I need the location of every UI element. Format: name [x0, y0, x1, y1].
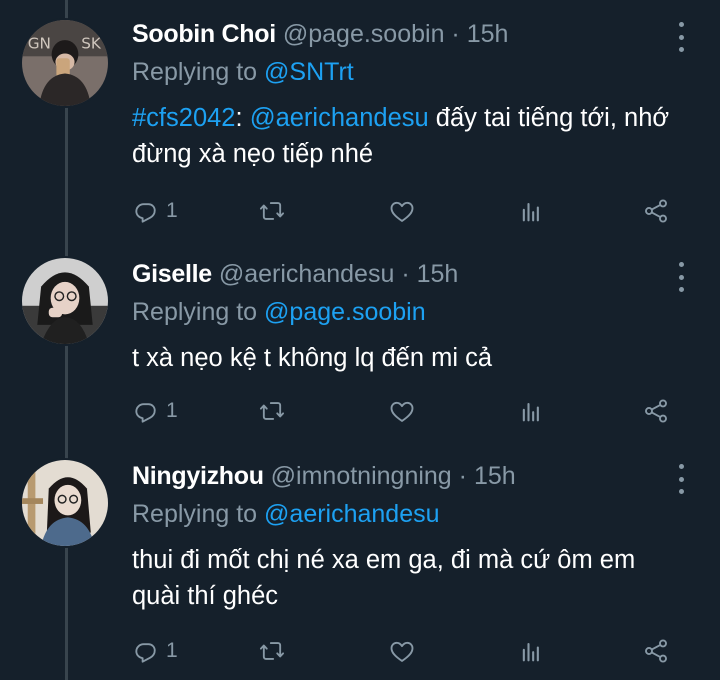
retweet-button[interactable] [258, 396, 286, 426]
user-handle[interactable]: @imnotningning [271, 462, 452, 490]
reply-button[interactable]: 1 [132, 396, 178, 426]
reply-icon [135, 203, 156, 223]
share-icon [645, 639, 667, 663]
timestamp[interactable]: 15h [474, 462, 516, 490]
heart-icon [390, 641, 414, 662]
avatar-image-giselle [22, 258, 108, 344]
svg-text:GN: GN [28, 35, 51, 53]
more-icon[interactable] [676, 262, 686, 292]
tweet-actions: 1 [132, 196, 692, 226]
replying-to: Replying to @SNTrt [132, 54, 680, 90]
retweet-icon [259, 642, 285, 660]
analytics-icon [522, 402, 539, 422]
heart-icon [390, 201, 414, 222]
like-button[interactable] [388, 636, 416, 666]
analytics-button[interactable] [518, 636, 546, 666]
replying-to: Replying to @page.soobin [132, 294, 680, 330]
analytics-button[interactable] [518, 196, 546, 226]
display-name[interactable]: Giselle [132, 260, 212, 288]
more-icon[interactable] [676, 22, 686, 52]
reply-count: 1 [166, 639, 178, 662]
tweet-header: Ningyizhou @imnotningning · 15h [132, 456, 680, 496]
reply-button[interactable]: 1 [132, 636, 178, 666]
retweet-icon [259, 402, 285, 420]
display-name[interactable]: Ningyizhou [132, 462, 264, 490]
retweet-button[interactable] [258, 196, 286, 226]
tweet-content: Soobin Choi @page.soobin · 15h Replying … [132, 14, 680, 172]
replying-to: Replying to @aerichandesu [132, 496, 680, 532]
tweet-text: #cfs2042: @aerichandesu đấy tai tiếng tớ… [132, 100, 680, 172]
reply-count: 1 [166, 199, 178, 222]
hashtag-link[interactable]: #cfs2042 [132, 104, 236, 132]
user-handle[interactable]: @page.soobin [283, 20, 445, 48]
tweet-header: Giselle @aerichandesu · 15h [132, 254, 680, 294]
replying-to-link[interactable]: @page.soobin [264, 298, 426, 326]
tweet-actions: 1 [132, 636, 692, 666]
replying-to-link[interactable]: @SNTrt [264, 58, 354, 86]
timestamp[interactable]: 15h [467, 20, 509, 48]
like-button[interactable] [388, 196, 416, 226]
analytics-icon [522, 202, 539, 222]
retweet-icon [259, 202, 285, 220]
reply-icon [135, 643, 156, 663]
retweet-button[interactable] [258, 636, 286, 666]
timestamp[interactable]: 15h [417, 260, 459, 288]
more-icon[interactable] [676, 464, 686, 494]
separator: · [401, 260, 410, 288]
share-button[interactable] [642, 196, 670, 226]
analytics-button[interactable] [518, 396, 546, 426]
reply-icon [135, 403, 156, 423]
tweet-content: Giselle @aerichandesu · 15h Replying to … [132, 254, 680, 376]
replying-prefix: Replying to [132, 298, 258, 326]
avatar-image-ningyizhou [22, 460, 108, 546]
share-icon [645, 399, 667, 423]
reply-count: 1 [166, 399, 178, 422]
separator: · [451, 20, 460, 48]
display-name[interactable]: Soobin Choi [132, 20, 276, 48]
replying-prefix: Replying to [132, 58, 258, 86]
tweet-content: Ningyizhou @imnotningning · 15h Replying… [132, 456, 680, 614]
reply-thread: GN SK Soobin Choi @page.soobin · 15h Rep… [0, 0, 720, 680]
analytics-icon [522, 642, 539, 662]
replying-to-link[interactable]: @aerichandesu [264, 500, 440, 528]
svg-text:SK: SK [81, 35, 102, 53]
tweet-text: thui đi mốt chị né xa em ga, đi mà cứ ôm… [132, 546, 636, 610]
tweet-header: Soobin Choi @page.soobin · 15h [132, 14, 680, 54]
replying-prefix: Replying to [132, 500, 258, 528]
mention-link[interactable]: @aerichandesu [250, 104, 429, 132]
avatar[interactable]: GN SK [20, 18, 110, 108]
share-button[interactable] [642, 396, 670, 426]
colon-text: : [235, 104, 243, 132]
user-handle[interactable]: @aerichandesu [219, 260, 395, 288]
avatar[interactable] [20, 458, 110, 548]
share-button[interactable] [642, 636, 670, 666]
heart-icon [390, 401, 414, 422]
avatar-image-soobin: GN SK [22, 20, 108, 106]
avatar[interactable] [20, 256, 110, 346]
tweet-text: t xà nẹo kệ t không lq đến mi cả [132, 344, 493, 372]
reply-button[interactable]: 1 [132, 196, 178, 226]
separator: · [458, 462, 467, 490]
share-icon [645, 199, 667, 223]
like-button[interactable] [388, 396, 416, 426]
tweet-actions: 1 [132, 396, 692, 426]
